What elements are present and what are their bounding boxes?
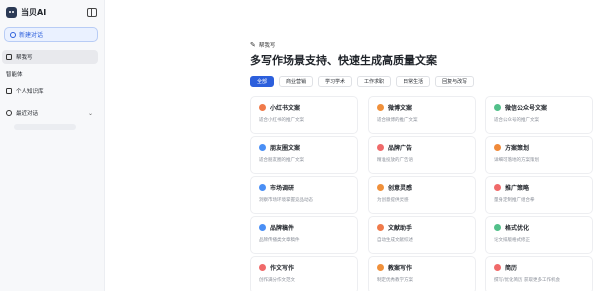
template-title: 微信公众号文案 bbox=[505, 105, 548, 112]
template-desc: 自动生成文献综述 bbox=[377, 238, 413, 243]
template-icon bbox=[494, 264, 501, 271]
breadcrumb: ✎ 帮我写 bbox=[250, 41, 275, 49]
book-icon bbox=[6, 88, 12, 94]
template-desc: 品牌传播类文章稿件 bbox=[259, 238, 300, 243]
new-chat-button[interactable]: 新建对话 bbox=[4, 27, 98, 42]
template-icon bbox=[377, 104, 384, 111]
template-desc: 量身定制推广组合拳 bbox=[494, 198, 535, 203]
logo-icon bbox=[6, 7, 17, 18]
template-desc: 适合微博的推广文案 bbox=[377, 118, 418, 123]
template-icon bbox=[494, 224, 501, 231]
template-icon bbox=[377, 224, 384, 231]
template-desc: 为创意提供灵感 bbox=[377, 198, 409, 203]
pen-icon: ✎ bbox=[250, 41, 256, 49]
template-desc: 创作满分作文范文 bbox=[259, 278, 295, 283]
sidebar-item-label: 个人知识库 bbox=[16, 89, 44, 95]
recent-chat-placeholder[interactable] bbox=[14, 124, 76, 130]
template-title: 格式优化 bbox=[505, 225, 530, 232]
template-desc: 制定优秀教学方案 bbox=[377, 278, 413, 283]
template-desc: 详细可落地的方案策划 bbox=[494, 158, 539, 163]
template-desc: 论文排版格式修正 bbox=[494, 238, 530, 243]
template-icon bbox=[377, 184, 384, 191]
template-card[interactable]: 作文写作创作满分作文范文 bbox=[250, 256, 358, 291]
sidebar-toggle-icon[interactable] bbox=[87, 8, 97, 17]
tab-career[interactable]: 工作求职 bbox=[357, 76, 392, 87]
sidebar-item-label: 智能体 bbox=[6, 72, 23, 78]
chat-icon bbox=[10, 31, 16, 38]
tab-academic[interactable]: 学习学术 bbox=[318, 76, 353, 87]
tab-daily[interactable]: 日常生活 bbox=[396, 76, 431, 87]
template-desc: 适合朋友圈的推广文案 bbox=[259, 158, 304, 163]
template-card[interactable]: 市场调研洞察市场环境掌握竞品动态 bbox=[250, 176, 358, 214]
template-card[interactable]: 格式优化论文排版格式修正 bbox=[485, 216, 593, 254]
template-desc: 撰写/优化简历 获取更多工作机会 bbox=[494, 278, 560, 283]
tab-marketing[interactable]: 商业营销 bbox=[279, 76, 314, 87]
template-desc: 适合小红书的推广文案 bbox=[259, 118, 304, 123]
template-title: 教案写作 bbox=[388, 265, 413, 272]
template-title: 品牌稿件 bbox=[270, 225, 295, 232]
sidebar-item-label: 帮我写 bbox=[16, 55, 33, 61]
sidebar-item-knowledge[interactable]: 个人知识库 bbox=[2, 84, 98, 98]
template-title: 市场调研 bbox=[270, 185, 295, 192]
chevron-down-icon: ⌄ bbox=[87, 109, 93, 117]
sidebar-item-agents[interactable]: 智能体 bbox=[2, 67, 492, 169]
template-card[interactable]: 微博文案适合微博的推广文案 bbox=[368, 96, 476, 134]
template-card[interactable]: 文献助手自动生成文献综述 bbox=[368, 216, 476, 254]
template-desc: 洞察市场环境掌握竞品动态 bbox=[259, 198, 313, 203]
main-content: ✎ 帮我写 多写作场景支持、快速生成高质量文案 全部 商业营销 学习学术 工作求… bbox=[105, 0, 600, 291]
template-title: 简历 bbox=[505, 265, 518, 272]
template-card[interactable]: 推广策略量身定制推广组合拳 bbox=[485, 176, 593, 214]
template-desc: 适合公众号的推广文案 bbox=[494, 118, 539, 123]
brand[interactable]: 当贝AI bbox=[6, 7, 46, 18]
template-title: 方案策划 bbox=[505, 145, 530, 152]
template-card[interactable]: 创意灵感为创意提供灵感 bbox=[368, 176, 476, 214]
template-icon bbox=[377, 264, 384, 271]
template-card[interactable]: 微信公众号文案适合公众号的推广文案 bbox=[485, 96, 593, 134]
template-desc: 精准投放的广告语 bbox=[377, 158, 413, 163]
template-title: 品牌广告 bbox=[388, 145, 413, 152]
template-icon bbox=[259, 144, 266, 151]
template-icon bbox=[259, 224, 266, 231]
pen-icon bbox=[6, 54, 12, 60]
template-card[interactable]: 品牌稿件品牌传播类文章稿件 bbox=[250, 216, 358, 254]
template-icon bbox=[259, 104, 266, 111]
breadcrumb-label: 帮我写 bbox=[258, 43, 276, 49]
recent-chats-header[interactable]: 最近对话 ⌄ bbox=[2, 107, 98, 119]
sidebar-item-write[interactable]: 帮我写 bbox=[2, 50, 98, 64]
template-title: 推广策略 bbox=[505, 185, 530, 192]
template-title: 小红书文案 bbox=[270, 105, 301, 112]
tab-rewrite[interactable]: 回复与改写 bbox=[435, 76, 475, 87]
template-card[interactable]: 简历撰写/优化简历 获取更多工作机会 bbox=[485, 256, 593, 291]
brand-name: 当贝AI bbox=[21, 8, 47, 17]
template-title: 作文写作 bbox=[270, 265, 295, 272]
category-tabs: 全部 商业营销 学习学术 工作求职 日常生活 回复与改写 bbox=[250, 76, 475, 87]
template-icon bbox=[377, 144, 384, 151]
template-title: 朋友圈文案 bbox=[270, 145, 301, 152]
template-icon bbox=[259, 184, 266, 191]
template-title: 微博文案 bbox=[388, 105, 413, 112]
template-card[interactable]: 教案写作制定优秀教学方案 bbox=[368, 256, 476, 291]
template-card[interactable]: 朋友圈文案适合朋友圈的推广文案 bbox=[250, 136, 358, 174]
template-title: 文献助手 bbox=[388, 225, 413, 232]
clock-icon bbox=[6, 110, 12, 116]
template-icon bbox=[259, 264, 266, 271]
template-card[interactable]: 方案策划详细可落地的方案策划 bbox=[485, 136, 593, 174]
new-chat-label: 新建对话 bbox=[19, 32, 44, 39]
sidebar: 当贝AI 新建对话 帮我写 智能体 个人知识库 最近对话 ⌄ bbox=[0, 0, 492, 291]
tab-all[interactable]: 全部 bbox=[250, 76, 275, 87]
template-icon bbox=[494, 184, 501, 191]
template-title: 创意灵感 bbox=[388, 185, 413, 192]
template-card[interactable]: 小红书文案适合小红书的推广文案 bbox=[250, 96, 358, 134]
template-icon bbox=[494, 144, 501, 151]
template-card[interactable]: 品牌广告精准投放的广告语 bbox=[368, 136, 476, 174]
page-title: 多写作场景支持、快速生成高质量文案 bbox=[250, 54, 437, 67]
recent-chats-label: 最近对话 bbox=[16, 111, 39, 117]
template-icon bbox=[494, 104, 501, 111]
